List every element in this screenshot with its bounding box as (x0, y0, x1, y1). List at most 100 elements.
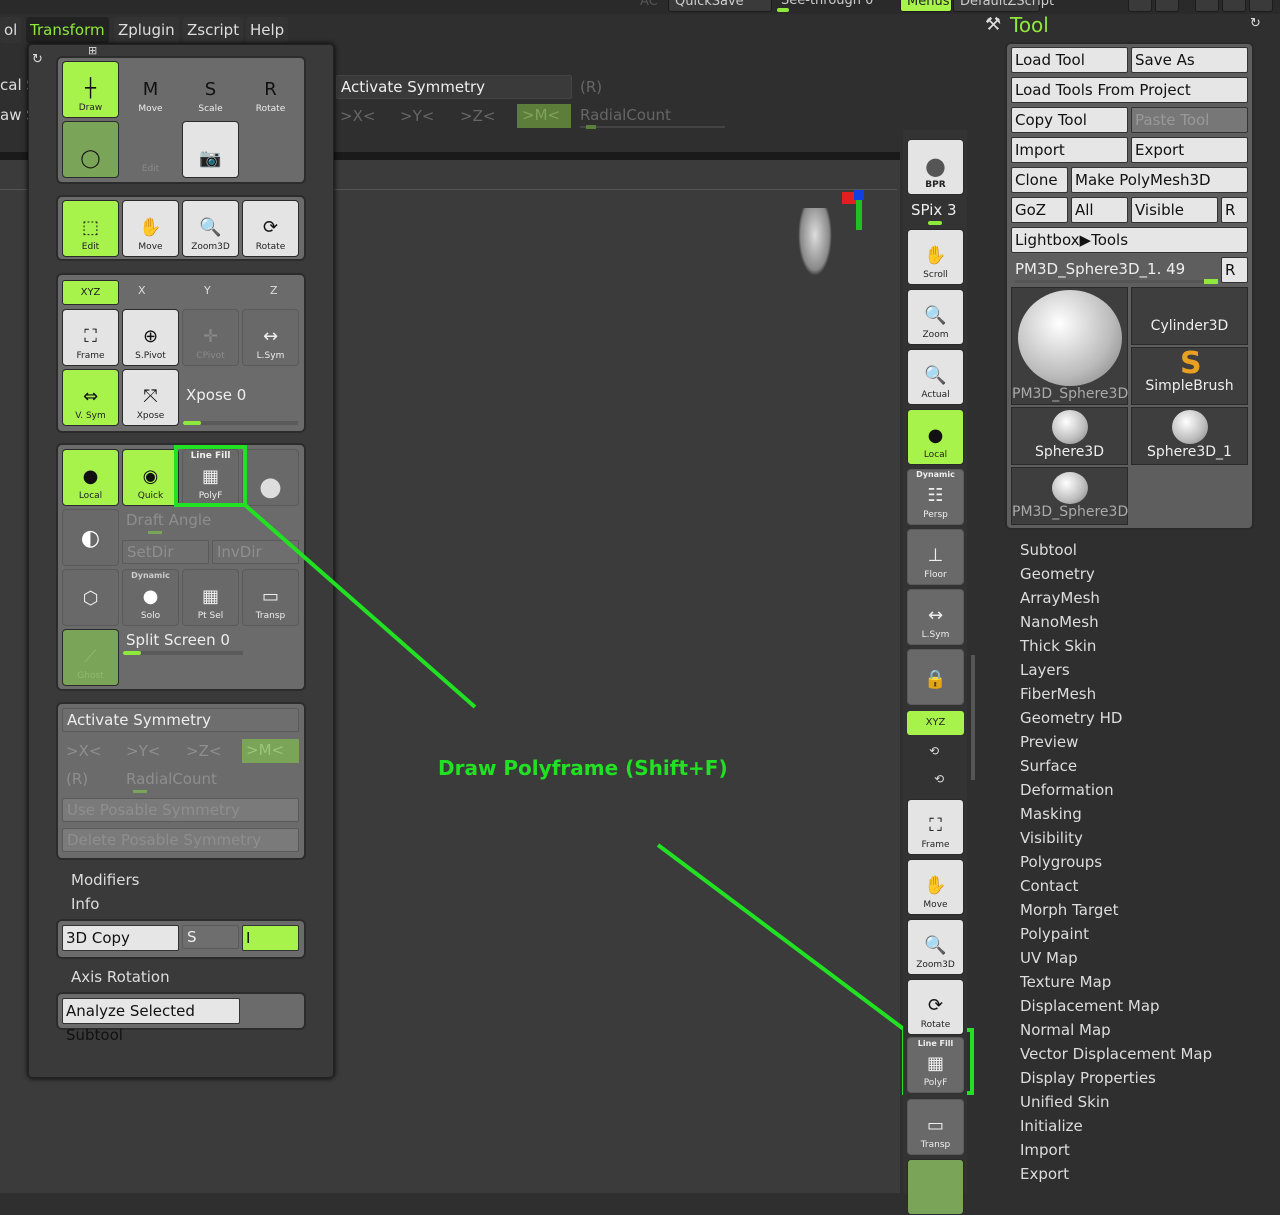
r-button[interactable]: R (1221, 257, 1248, 283)
import-button[interactable]: Import (1011, 137, 1128, 163)
lightbox-tools-button[interactable]: Lightbox▶Tools (1011, 227, 1248, 253)
section-unified-skin[interactable]: Unified Skin (1020, 1090, 1212, 1114)
section-morph-target[interactable]: Morph Target (1020, 898, 1212, 922)
section-display-properties[interactable]: Display Properties (1020, 1066, 1212, 1090)
section-vector-displacement-map[interactable]: Vector Displacement Map (1020, 1042, 1212, 1066)
section-displacement-map[interactable]: Displacement Map (1020, 994, 1212, 1018)
label: Persp (923, 510, 948, 520)
polyframe-icon: ▦ (926, 1053, 944, 1074)
section-uv-map[interactable]: UV Map (1020, 946, 1212, 970)
section-layers[interactable]: Layers (1020, 658, 1212, 682)
paste-tool-button[interactable]: Paste Tool (1131, 107, 1248, 133)
section-geometry[interactable]: Geometry (1020, 562, 1212, 586)
actual-button[interactable]: 🔍 Actual (907, 349, 964, 405)
floor-button[interactable]: ⊥ Floor (907, 529, 964, 585)
tool-thumb-sphere3d-1[interactable]: Sphere3D_1 (1131, 407, 1248, 465)
save-as-button[interactable]: Save As (1131, 47, 1248, 73)
arrow-line (243, 503, 477, 709)
section-fibermesh[interactable]: FiberMesh (1020, 682, 1212, 706)
bpr-button[interactable]: ● BPR (907, 139, 964, 195)
local-shelf-button[interactable]: ● Local (907, 409, 964, 465)
spix-slider[interactable]: SPix 3 (911, 201, 957, 219)
section-nanomesh[interactable]: NanoMesh (1020, 610, 1212, 634)
label: Frame (921, 840, 950, 850)
persp-button[interactable]: Dynamic ☷ Persp (907, 469, 964, 525)
make-polymesh3d-button[interactable]: Make PolyMesh3D (1071, 167, 1248, 193)
tool-thumb-cylinder3d[interactable]: Cylinder3D (1131, 287, 1248, 345)
section-preview[interactable]: Preview (1020, 730, 1212, 754)
simplebrush-icon: S (1180, 346, 1202, 381)
hand-icon: ✋ (924, 245, 947, 266)
transp-icon: ▭ (926, 1115, 944, 1136)
zoom3d-shelf-button[interactable]: 🔍 Zoom3D (907, 919, 964, 975)
shelf-scrollbar[interactable] (971, 655, 975, 780)
refresh-icon[interactable]: ↻ (1250, 16, 1261, 31)
label: Rotate (920, 1020, 951, 1030)
copy-tool-button[interactable]: Copy Tool (1011, 107, 1128, 133)
tool-slider-track[interactable] (1015, 279, 1218, 284)
section-subtool[interactable]: Subtool (1020, 538, 1212, 562)
section-deformation[interactable]: Deformation (1020, 778, 1212, 802)
rotate-shelf-button[interactable]: ⟳ Rotate (907, 979, 964, 1035)
goz-button[interactable]: GoZ (1011, 197, 1068, 223)
section-masking[interactable]: Masking (1020, 802, 1212, 826)
rotate-z-icon[interactable]: ⟲ (934, 772, 944, 786)
polyf-shelf-button[interactable]: Line Fill ▦ PolyF (907, 1037, 964, 1093)
r-button[interactable]: R (1221, 197, 1248, 223)
section-geometry-hd[interactable]: Geometry HD (1020, 706, 1212, 730)
export-button[interactable]: Export (1131, 137, 1248, 163)
lock-button[interactable]: 🔒 (907, 649, 964, 705)
spix-knob[interactable] (928, 221, 942, 225)
section-arraymesh[interactable]: ArrayMesh (1020, 586, 1212, 610)
label: Local (923, 450, 948, 460)
rotate-y-icon[interactable]: ⟲ (929, 744, 939, 758)
section-visibility[interactable]: Visibility (1020, 826, 1212, 850)
section-polygroups[interactable]: Polygroups (1020, 850, 1212, 874)
label: Move (923, 900, 948, 910)
section-import[interactable]: Import (1020, 1138, 1212, 1162)
label: L.Sym (921, 630, 950, 640)
label: PM3D_Sphere3D (1012, 504, 1129, 520)
arrow-line (656, 843, 907, 1032)
move-shelf-button[interactable]: ✋ Move (907, 859, 964, 915)
section-contact[interactable]: Contact (1020, 874, 1212, 898)
scroll-button[interactable]: ✋ Scroll (907, 229, 964, 285)
tool-thumb-pm3d-sphere-2[interactable]: PM3D_Sphere3D (1011, 467, 1128, 525)
section-texture-map[interactable]: Texture Map (1020, 970, 1212, 994)
rotate-icon: ⟳ (927, 995, 944, 1016)
section-export[interactable]: Export (1020, 1162, 1212, 1186)
load-tool-button[interactable]: Load Tool (1011, 47, 1128, 73)
lsym-shelf-button[interactable]: ↔ L.Sym (907, 589, 964, 645)
floor-icon: ⊥ (927, 545, 944, 566)
label: SimpleBrush (1145, 378, 1234, 394)
section-thick-skin[interactable]: Thick Skin (1020, 634, 1212, 658)
transp-shelf-button[interactable]: ▭ Transp (907, 1099, 964, 1155)
visible-button[interactable]: Visible (1131, 197, 1218, 223)
tool-thumb-simplebrush[interactable]: S SimpleBrush (1131, 346, 1248, 405)
tool-thumb-sphere3d[interactable]: Sphere3D (1011, 407, 1128, 465)
label: PolyF (923, 1078, 948, 1088)
xyz-shelf-button[interactable]: XYZ (907, 711, 964, 735)
tool-sections-list: Subtool Geometry ArrayMesh NanoMesh Thic… (1020, 538, 1212, 1186)
section-polypaint[interactable]: Polypaint (1020, 922, 1212, 946)
section-normal-map[interactable]: Normal Map (1020, 1018, 1212, 1042)
lsym-icon: ↔ (927, 605, 944, 626)
frame-shelf-button[interactable]: ⛶ Frame (907, 799, 964, 855)
load-tools-from-project-button[interactable]: Load Tools From Project (1011, 77, 1248, 103)
label: Cylinder3D (1150, 318, 1229, 334)
zoom-button[interactable]: 🔍 Zoom (907, 289, 964, 345)
label: Transp (920, 1140, 951, 1150)
bpr-icon: ● (925, 152, 946, 180)
all-button[interactable]: All (1071, 197, 1128, 223)
local-icon: ● (927, 425, 944, 446)
section-surface[interactable]: Surface (1020, 754, 1212, 778)
section-initialize[interactable]: Initialize (1020, 1114, 1212, 1138)
current-tool-slider[interactable]: PM3D_Sphere3D_1. 49 (1015, 260, 1185, 278)
tool-title[interactable]: Tool (1010, 13, 1049, 37)
ghost-shelf-button[interactable] (907, 1159, 964, 1215)
tool-thumb-pm3d-sphere[interactable]: PM3D_Sphere3D (1011, 287, 1128, 405)
actual-icon: 🔍 (924, 365, 947, 386)
clone-button[interactable]: Clone (1011, 167, 1068, 193)
label: Actual (921, 390, 950, 400)
label: Scroll (923, 270, 948, 280)
